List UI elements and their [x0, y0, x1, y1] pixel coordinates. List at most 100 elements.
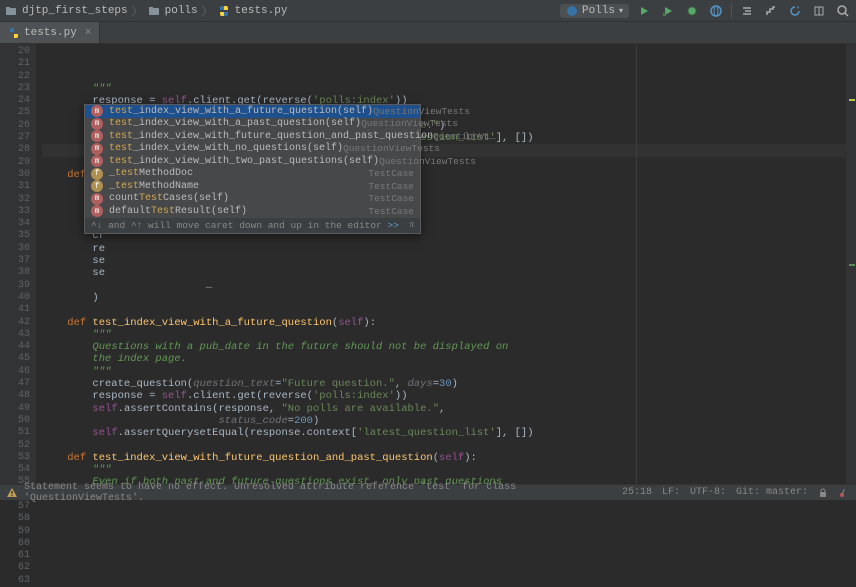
- completion-class: QuestionVi…: [433, 131, 496, 142]
- completion-item[interactable]: mcountTestCases(self)TestCase: [85, 193, 420, 206]
- completion-name: test_index_view_with_future_question_and…: [109, 131, 433, 142]
- code-line[interactable]: self.assertQuerysetEqual(response.contex…: [42, 427, 856, 439]
- stripe-change[interactable]: [849, 264, 855, 266]
- code-line[interactable]: status_code=200): [42, 415, 856, 427]
- coverage-icon[interactable]: [659, 2, 677, 20]
- method-icon: m: [91, 155, 103, 167]
- completion-item[interactable]: mdefaultTestResult(self)TestCase: [85, 205, 420, 218]
- lock-icon[interactable]: [818, 488, 828, 498]
- code-line[interactable]: """: [42, 464, 856, 476]
- line-number: 45: [0, 353, 30, 365]
- completion-name: test_index_view_with_a_future_question(s…: [109, 106, 373, 117]
- breadcrumb: djtp_first_steps 〉 polls 〉 tests.py: [4, 3, 560, 19]
- crumb-file[interactable]: tests.py: [217, 4, 288, 18]
- completion-item[interactable]: m test_index_view_with_a_past_question(se…: [85, 118, 420, 131]
- completion-item[interactable]: mtest_index_view_with_no_questions(self)…: [85, 143, 420, 156]
- tab-label: tests.py: [24, 27, 77, 39]
- run-config-name: Polls: [582, 5, 615, 17]
- line-number: 31: [0, 181, 30, 193]
- code-line[interactable]: Questions with a pub_date in the future …: [42, 341, 856, 353]
- layout-icon[interactable]: [810, 2, 828, 20]
- completion-popup[interactable]: m test_index_view_with_a_future_question(…: [84, 104, 421, 234]
- error-stripe[interactable]: [846, 44, 856, 484]
- cursor-position[interactable]: 25:18: [622, 487, 652, 498]
- code-line[interactable]: """: [42, 366, 856, 378]
- crumb-label: djtp_first_steps: [22, 5, 128, 17]
- git-branch[interactable]: Git: master:: [736, 487, 808, 498]
- align-right-icon[interactable]: [738, 2, 756, 20]
- run-config-selector[interactable]: Polls ▾: [560, 4, 629, 18]
- code-line[interactable]: [42, 440, 856, 452]
- search-icon[interactable]: [834, 2, 852, 20]
- line-number: 44: [0, 341, 30, 353]
- completion-class: QuestionViewTests: [373, 106, 470, 117]
- line-number: 20: [0, 46, 30, 58]
- crumb-project[interactable]: djtp_first_steps: [4, 4, 128, 18]
- trace-icon[interactable]: [762, 2, 780, 20]
- code-line[interactable]: """: [42, 329, 856, 341]
- stripe-warning[interactable]: [849, 99, 855, 101]
- python-file-icon: [8, 27, 20, 39]
- line-number: 26: [0, 120, 30, 132]
- method-icon: m: [91, 193, 103, 205]
- code-line[interactable]: response = self.client.get(reverse('poll…: [42, 390, 856, 402]
- warning-icon: [6, 487, 18, 499]
- completion-item[interactable]: mtest_index_view_with_a_future_question(…: [85, 105, 420, 118]
- popup-hint-link[interactable]: >>: [387, 220, 398, 231]
- code-line[interactable]: [42, 304, 856, 316]
- statusbar: Statement seems to have no effect. Unres…: [0, 484, 856, 500]
- line-number: 52: [0, 440, 30, 452]
- line-number: 51: [0, 427, 30, 439]
- folder-icon: [4, 4, 18, 18]
- line-number: 61: [0, 550, 30, 562]
- completion-class: QuestionViewTests: [361, 118, 458, 129]
- chevron-down-icon: ▾: [619, 6, 623, 16]
- pi-icon: π: [409, 220, 414, 231]
- code-line[interactable]: se: [42, 255, 856, 267]
- code-line[interactable]: """: [42, 83, 856, 95]
- completion-class: QuestionViewTests: [343, 143, 440, 154]
- code-line[interactable]: re: [42, 243, 856, 255]
- completion-item[interactable]: f_testMethodNameTestCase: [85, 180, 420, 193]
- code-line[interactable]: se: [42, 267, 856, 279]
- code-line[interactable]: the index page.: [42, 353, 856, 365]
- browser-icon[interactable]: [707, 2, 725, 20]
- line-number: 39: [0, 280, 30, 292]
- code-line[interactable]: create_question(question_text="Future qu…: [42, 378, 856, 390]
- line-separator[interactable]: LF:: [662, 487, 680, 498]
- python-icon: [566, 5, 578, 17]
- close-icon[interactable]: ×: [85, 27, 92, 39]
- editor[interactable]: 2021222324252627282930313233343536373839…: [0, 44, 856, 484]
- field-icon: f: [91, 168, 103, 180]
- crumb-app[interactable]: polls: [147, 4, 198, 18]
- code-line[interactable]: ): [42, 292, 856, 304]
- code-line[interactable]: def test_index_view_with_future_question…: [42, 452, 856, 464]
- update-icon[interactable]: [786, 2, 804, 20]
- line-number: 29: [0, 157, 30, 169]
- line-number: 50: [0, 415, 30, 427]
- completion-item[interactable]: mtest_index_view_with_two_past_questions…: [85, 155, 420, 168]
- line-number: 24: [0, 95, 30, 107]
- line-number: 54: [0, 464, 30, 476]
- crumb-label: tests.py: [235, 5, 288, 17]
- completion-class: TestCase: [368, 206, 414, 217]
- code-line[interactable]: self.assertContains(response, "No polls …: [42, 403, 856, 415]
- line-number: 28: [0, 144, 30, 156]
- method-icon: m: [91, 118, 103, 130]
- completion-name: test_index_view_with_a_past_question(sel…: [109, 118, 361, 129]
- completion-item[interactable]: f_testMethodDocTestCase: [85, 168, 420, 181]
- method-icon: m: [91, 130, 103, 142]
- line-number: 58: [0, 513, 30, 525]
- editor-tab[interactable]: tests.py ×: [0, 22, 100, 43]
- completion-item[interactable]: mtest_index_view_with_future_question_an…: [85, 130, 420, 143]
- code-line[interactable]: def test_index_view_with_a_future_questi…: [42, 317, 856, 329]
- python-file-icon: [217, 4, 231, 18]
- line-number: 43: [0, 329, 30, 341]
- line-number: 60: [0, 538, 30, 550]
- debug-icon[interactable]: [683, 2, 701, 20]
- inspection-indicator[interactable]: [838, 487, 850, 499]
- run-icon[interactable]: [635, 2, 653, 20]
- code-line[interactable]: …: [42, 280, 856, 292]
- line-number: 27: [0, 132, 30, 144]
- encoding[interactable]: UTF-8:: [690, 487, 726, 498]
